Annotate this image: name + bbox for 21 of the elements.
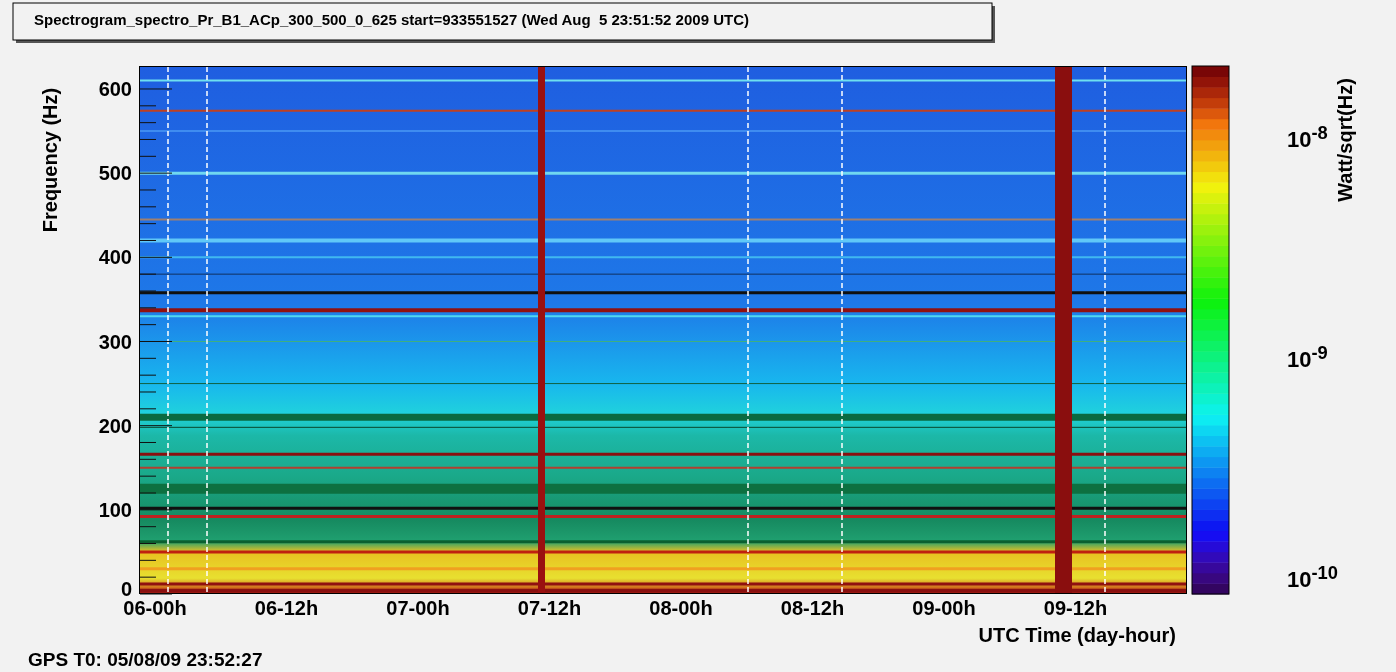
y-axis-label: Frequency (Hz): [38, 87, 62, 233]
y-tick-label: 100: [98, 497, 132, 522]
plot-title: Spectrogram_spectro_Pr_B1_ACp_300_500_0_625 start=933551527 (Wed Aug 5 23:51:52 2009 UTC): [34, 11, 749, 28]
x-tick-label: 07-12h: [516, 596, 583, 620]
color-scale-label: Watt/sqrt(Hz): [1333, 78, 1357, 202]
color-scale-tick-label: 10$^{-10}$: [1287, 562, 1338, 594]
color-scale-tick-label: 10$^{-9}$: [1287, 342, 1328, 374]
x-tick-label: 09-12h: [1042, 596, 1109, 620]
color-scale-tick-label: 10$^{-8}$: [1287, 122, 1328, 154]
x-tick-label: 07-00h: [385, 596, 451, 620]
x-tick-label: 08-12h: [779, 596, 846, 620]
y-tick-label: 600: [98, 77, 132, 101]
y-tick-label: 200: [98, 413, 132, 438]
x-tick-label: 06-12h: [253, 596, 320, 620]
y-tick-label: 300: [98, 329, 132, 354]
y-tick-label: 400: [98, 245, 132, 270]
x-tick-label: 08-00h: [648, 596, 714, 620]
x-tick-label: 09-00h: [911, 596, 977, 620]
gps-time-label: GPS T0: 05/08/09 23:52:27: [28, 649, 263, 671]
x-axis-label: UTC Time (day-hour): [978, 624, 1176, 647]
y-tick-label: 500: [98, 161, 132, 186]
